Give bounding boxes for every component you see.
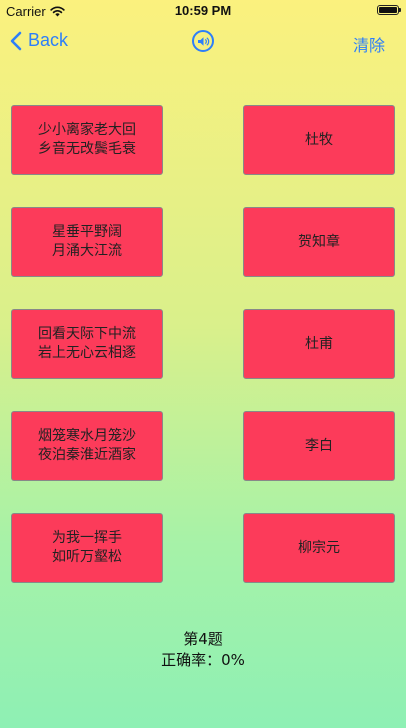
poem-card-3[interactable]: 回看天际下中流 岩上无心云相逐 <box>11 309 163 379</box>
poem-line: 烟笼寒水月笼沙 <box>38 428 136 444</box>
speaker-button[interactable] <box>192 30 214 52</box>
poem-line: 乡音无改鬓毛衰 <box>38 141 136 157</box>
clear-button[interactable]: 清除 <box>353 32 385 56</box>
accuracy-text: 正确率：0% <box>161 651 245 669</box>
back-button[interactable]: Back <box>10 30 68 51</box>
poem-line: 回看天际下中流 <box>38 326 136 342</box>
poem-line: 岩上无心云相逐 <box>38 345 136 361</box>
poem-line: 夜泊秦淮近酒家 <box>38 447 136 463</box>
author-name: 杜甫 <box>305 335 333 352</box>
author-name: 李白 <box>305 437 333 454</box>
nav-bar: Back 清除 <box>0 24 406 62</box>
author-name: 贺知章 <box>298 233 340 250</box>
status-time: 10:59 PM <box>174 3 232 18</box>
poem-line: 星垂平野阔 <box>52 224 122 240</box>
author-card-3[interactable]: 杜甫 <box>243 309 395 379</box>
speaker-icon <box>197 36 209 46</box>
author-name: 柳宗元 <box>298 539 340 556</box>
author-card-4[interactable]: 李白 <box>243 411 395 481</box>
battery-icon <box>377 5 401 15</box>
poem-card-1[interactable]: 少小离家老大回 乡音无改鬓毛衰 <box>11 105 163 175</box>
question-number: 第4题 <box>183 630 223 648</box>
poem-line: 少小离家老大回 <box>38 122 136 138</box>
status-bar: Carrier 10:59 PM <box>0 0 406 22</box>
back-label: Back <box>28 30 69 50</box>
score-footer: 第4题 正确率：0% <box>0 629 406 671</box>
poem-line: 月涌大江流 <box>52 243 122 259</box>
chevron-left-icon <box>10 31 22 50</box>
poem-line: 如听万壑松 <box>52 549 122 565</box>
author-name: 杜牧 <box>305 131 333 148</box>
poem-line: 为我一挥手 <box>52 530 122 546</box>
poem-card-4[interactable]: 烟笼寒水月笼沙 夜泊秦淮近酒家 <box>11 411 163 481</box>
poem-card-2[interactable]: 星垂平野阔 月涌大江流 <box>11 207 163 277</box>
author-card-2[interactable]: 贺知章 <box>243 207 395 277</box>
poem-card-5[interactable]: 为我一挥手 如听万壑松 <box>11 513 163 583</box>
author-card-1[interactable]: 杜牧 <box>243 105 395 175</box>
author-card-5[interactable]: 柳宗元 <box>243 513 395 583</box>
